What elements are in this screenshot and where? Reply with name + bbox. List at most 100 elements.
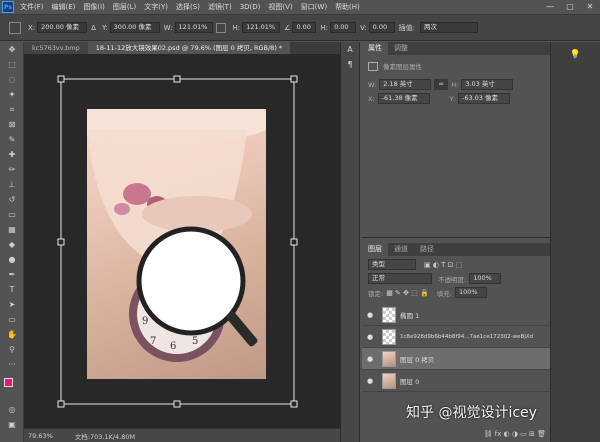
- prop-y-field[interactable]: -63.03 像素: [457, 93, 510, 104]
- shape-tool-icon[interactable]: ▭: [0, 312, 24, 327]
- stamp-tool-icon[interactable]: ⊥: [0, 177, 24, 192]
- eyedropper-tool-icon[interactable]: ✎: [0, 132, 24, 147]
- tab-paths[interactable]: 路径: [414, 243, 440, 256]
- brush-tool-icon[interactable]: ✏: [0, 162, 24, 177]
- link-icon[interactable]: [215, 22, 226, 33]
- x-field[interactable]: 200.00 像素: [37, 22, 88, 33]
- lightbulb-icon[interactable]: 💡: [551, 50, 600, 60]
- visibility-eye-icon[interactable]: ●: [362, 377, 378, 385]
- frame-tool-icon[interactable]: ⊠: [0, 117, 24, 132]
- menu-filter[interactable]: 滤镜(T): [208, 2, 232, 12]
- layer-thumbnail: [382, 372, 396, 389]
- options-bar: X: 200.00 像素 Δ Y: 300.00 像素 W: 121.01% H…: [0, 14, 600, 41]
- layer-name: 1c8e928d9b6b44b8f94...7ae1ce172302-weBjX…: [400, 333, 534, 340]
- link-icon[interactable]: ∞: [434, 79, 449, 90]
- visibility-eye-icon[interactable]: ●: [362, 355, 378, 363]
- type-tool-icon[interactable]: T: [0, 282, 24, 297]
- maximize-button[interactable]: ▢: [560, 0, 580, 14]
- tab-layers[interactable]: 图层: [362, 243, 388, 256]
- more-tools-icon[interactable]: ···: [0, 357, 24, 372]
- minimize-button[interactable]: —: [540, 0, 560, 14]
- crop-tool-icon[interactable]: ⌗: [0, 102, 24, 117]
- blur-tool-icon[interactable]: ◆: [0, 237, 24, 252]
- character-panel-icon[interactable]: A: [341, 45, 359, 57]
- tab-magnifier-psd[interactable]: 18-11-12放大镜效果02.psd @ 79.6% (图层 0 拷贝, RG…: [87, 42, 291, 54]
- menu-image[interactable]: 图像(I): [83, 2, 105, 12]
- quick-mask-icon[interactable]: ◎: [0, 402, 24, 417]
- layer-thumbnail: [382, 306, 396, 323]
- paragraph-panel-icon[interactable]: ¶: [341, 60, 359, 72]
- layer-filter-icons[interactable]: ▣ ◐ T ⊡ ⬚: [424, 261, 462, 269]
- reference-point-icon[interactable]: [9, 21, 21, 34]
- healing-brush-tool-icon[interactable]: ✚: [0, 147, 24, 162]
- marquee-tool-icon[interactable]: ⬚: [0, 57, 24, 72]
- pen-tool-icon[interactable]: ✒: [0, 267, 24, 282]
- layer-row[interactable]: ● 图层 0: [362, 370, 550, 392]
- hskew-field[interactable]: 0.00: [330, 22, 357, 33]
- tab-properties[interactable]: 属性: [362, 42, 388, 55]
- layer-row[interactable]: ● 1c8e928d9b6b44b8f94...7ae1ce172302-weB…: [362, 326, 550, 348]
- path-selection-tool-icon[interactable]: ➤: [0, 297, 24, 312]
- layer-name: 椭圆 1: [400, 311, 420, 320]
- layer-kind-filter[interactable]: 类型: [368, 259, 416, 270]
- menu-window[interactable]: 窗口(W): [301, 2, 327, 12]
- angle-field[interactable]: 0.00: [292, 22, 317, 33]
- lasso-tool-icon[interactable]: ◌: [0, 72, 24, 87]
- tab-kc5763vv[interactable]: kc5763vv.bmp: [24, 42, 88, 54]
- zoom-tool-icon[interactable]: ⚲: [0, 342, 24, 357]
- zoom-level[interactable]: 79.63%: [28, 432, 53, 440]
- prop-width-field[interactable]: 2.18 英寸: [379, 79, 432, 90]
- visibility-eye-icon[interactable]: ●: [362, 311, 378, 319]
- layer-actions-bar[interactable]: ⛓ fx ◐ ◑ ▭ ⊞ 🗑: [484, 430, 546, 438]
- status-bar: 79.63% 文档:703.1K/4.80M: [24, 428, 340, 442]
- menu-file[interactable]: 文件(F): [20, 2, 44, 12]
- menu-select[interactable]: 选择(S): [176, 2, 200, 12]
- gradient-tool-icon[interactable]: ▦: [0, 222, 24, 237]
- menu-help[interactable]: 帮助(H): [335, 2, 360, 12]
- menu-view[interactable]: 视图(V): [268, 2, 292, 12]
- collapsed-panel-strip: A ¶: [340, 42, 360, 442]
- foreground-color-swatch[interactable]: [4, 378, 13, 387]
- photoshop-logo-icon: Ps: [2, 1, 14, 13]
- layer-thumbnail: [382, 328, 396, 345]
- transform-bounding-box[interactable]: [24, 54, 340, 428]
- magic-wand-tool-icon[interactable]: ✦: [0, 87, 24, 102]
- canvas-area[interactable]: 6 9 7 5: [24, 54, 340, 428]
- layer-row-selected[interactable]: ● 图层 0 拷贝: [362, 348, 550, 370]
- fill-field[interactable]: 100%: [454, 287, 487, 298]
- prop-height-field[interactable]: 3.03 英寸: [461, 79, 514, 90]
- fill-label: 填充:: [436, 289, 452, 298]
- y-field[interactable]: 300.00 像素: [109, 22, 160, 33]
- screen-mode-icon[interactable]: ▣: [0, 417, 24, 432]
- height-field[interactable]: 121.01%: [242, 22, 281, 33]
- lock-icons[interactable]: ▦ ✎ ✥ ⬚ 🔒: [386, 289, 429, 297]
- eraser-tool-icon[interactable]: ▭: [0, 207, 24, 222]
- interpolation-label: 插值:: [398, 23, 416, 32]
- tab-adjustments[interactable]: 调整: [388, 42, 414, 55]
- layer-row[interactable]: ● 椭圆 1: [362, 304, 550, 326]
- color-swatches[interactable]: [0, 372, 23, 402]
- right-panel-column: 💡: [550, 42, 600, 442]
- prop-x-field[interactable]: -61.38 像素: [377, 93, 430, 104]
- width-field[interactable]: 121.01%: [174, 22, 213, 33]
- history-brush-tool-icon[interactable]: ↺: [0, 192, 24, 207]
- opacity-field[interactable]: 100%: [469, 273, 502, 284]
- move-tool-icon[interactable]: ✥: [0, 42, 24, 57]
- tab-channels[interactable]: 通道: [388, 243, 414, 256]
- vskew-field[interactable]: 0.00: [368, 22, 395, 33]
- visibility-eye-icon[interactable]: ●: [362, 333, 378, 341]
- prop-w-label: W:: [368, 80, 377, 89]
- layer-name: 图层 0: [400, 377, 420, 386]
- menu-edit[interactable]: 编辑(E): [52, 2, 76, 12]
- close-button[interactable]: ✕: [580, 0, 600, 14]
- pixel-layer-icon: [368, 61, 378, 71]
- menu-type[interactable]: 文字(Y): [144, 2, 168, 12]
- menu-layer[interactable]: 图层(L): [113, 2, 136, 12]
- menu-3d[interactable]: 3D(D): [240, 3, 261, 11]
- interpolation-select[interactable]: 两次: [420, 22, 479, 33]
- window-controls: — ▢ ✕: [540, 0, 600, 14]
- dodge-tool-icon[interactable]: ●: [0, 252, 24, 267]
- tools-panel: ✥ ⬚ ◌ ✦ ⌗ ⊠ ✎ ✚ ✏ ⊥ ↺ ▭ ▦ ◆ ● ✒ T ➤ ▭ ✋ …: [0, 42, 24, 442]
- hand-tool-icon[interactable]: ✋: [0, 327, 24, 342]
- blend-mode-select[interactable]: 正常: [368, 273, 432, 284]
